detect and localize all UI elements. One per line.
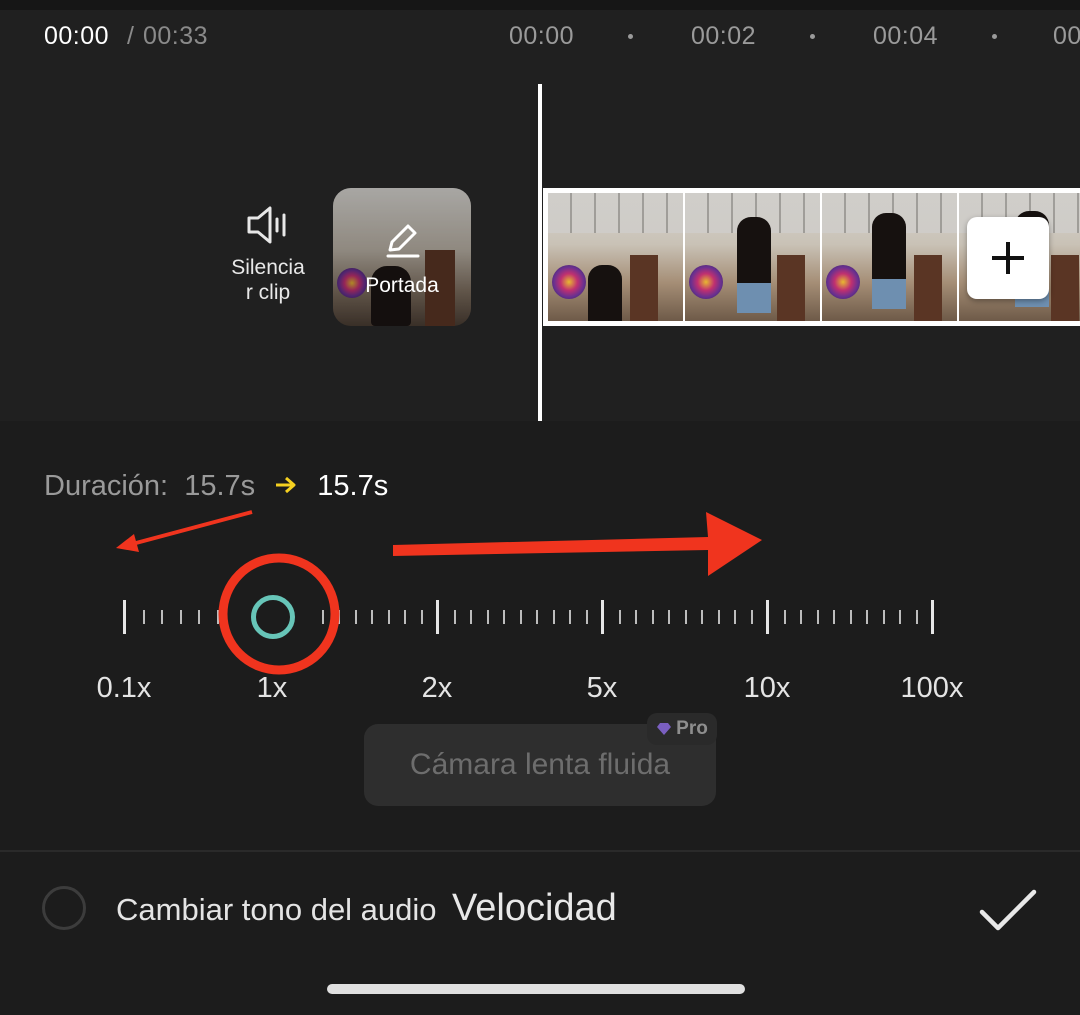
slider-tick-minor: [619, 610, 621, 624]
slider-tick-major: [123, 600, 126, 634]
slider-tick-minor: [388, 610, 390, 624]
slider-tick-minor: [454, 610, 456, 624]
slider-tick-minor: [652, 610, 654, 624]
pitch-label[interactable]: Cambiar tono del audio: [116, 892, 437, 928]
slider-tick-minor: [180, 610, 182, 624]
slider-tick-minor: [685, 610, 687, 624]
slider-tick-minor: [916, 610, 918, 624]
slider-tick-major: [601, 600, 604, 634]
pro-label: Pro: [676, 718, 708, 739]
pitch-radio[interactable]: [42, 886, 86, 930]
slider-tick-minor: [850, 610, 852, 624]
slider-tick-minor: [553, 610, 555, 624]
confirm-button[interactable]: [976, 888, 1040, 934]
slider-tick-minor: [586, 610, 588, 624]
diamond-icon: [657, 723, 672, 735]
slider-tick-minor: [784, 610, 786, 624]
slider-tick-minor: [899, 610, 901, 624]
slider-tick-minor: [404, 610, 406, 624]
speed-slider-handle[interactable]: [251, 595, 295, 639]
slider-tick-minor: [569, 610, 571, 624]
smooth-slowmo-label: Cámara lenta fluida: [409, 748, 671, 781]
speed-marker-label: 1x: [256, 672, 288, 704]
speed-marker-label: 2x: [421, 672, 453, 704]
slider-tick-minor: [421, 610, 423, 624]
slider-tick-minor: [198, 610, 200, 624]
panel-title: Velocidad: [452, 887, 617, 929]
slider-tick-major: [931, 600, 934, 634]
slider-tick-minor: [355, 610, 357, 624]
slider-tick-major: [436, 600, 439, 634]
slider-tick-minor: [701, 610, 703, 624]
speed-slider[interactable]: 0.1x 1x 2x 5x 10x 100x: [0, 0, 1080, 720]
slider-tick-minor: [833, 610, 835, 624]
slider-tick-minor: [143, 610, 145, 624]
slider-tick-minor: [217, 610, 219, 624]
slider-tick-minor: [866, 610, 868, 624]
slider-tick-minor: [503, 610, 505, 624]
slider-tick-minor: [635, 610, 637, 624]
slider-tick-minor: [734, 610, 736, 624]
home-indicator: [327, 984, 745, 994]
slider-tick-minor: [536, 610, 538, 624]
slider-tick-major: [766, 600, 769, 634]
slider-tick-minor: [322, 610, 324, 624]
slider-tick-minor: [883, 610, 885, 624]
slider-tick-minor: [161, 610, 163, 624]
pro-badge: Pro: [647, 713, 717, 745]
slider-tick-minor: [718, 610, 720, 624]
slider-tick-minor: [520, 610, 522, 624]
checkmark-icon: [979, 889, 1037, 931]
slider-tick-minor: [817, 610, 819, 624]
speed-marker-label: 0.1x: [96, 672, 152, 704]
speed-marker-label: 10x: [743, 672, 791, 704]
slider-tick-minor: [371, 610, 373, 624]
slider-tick-minor: [470, 610, 472, 624]
divider: [0, 850, 1080, 852]
slider-tick-minor: [487, 610, 489, 624]
slider-tick-minor: [338, 610, 340, 624]
slider-tick-minor: [800, 610, 802, 624]
slider-tick-minor: [751, 610, 753, 624]
speed-marker-label: 100x: [900, 672, 964, 704]
slider-tick-minor: [668, 610, 670, 624]
speed-marker-label: 5x: [586, 672, 618, 704]
